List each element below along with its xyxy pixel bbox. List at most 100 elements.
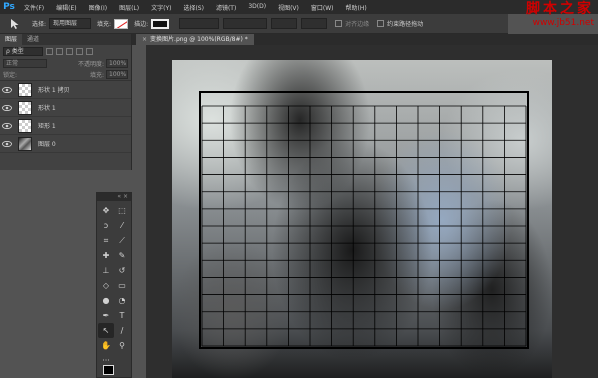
layers-panel: 图层 通道 ρ 类型 正常 不透明度: 100% 锁定: 填充: 100% 形状… xyxy=(0,34,132,170)
menu-item[interactable]: 编辑(E) xyxy=(50,3,82,12)
options-bar: 选择: 现用图层 填充: 描边: 对齐边缘 约束路径拖动 xyxy=(0,14,508,34)
path-select-icon[interactable]: ↖ xyxy=(98,323,114,338)
layer-row[interactable]: 形状 1 拷贝 xyxy=(0,81,131,99)
brush-icon[interactable]: ✎ xyxy=(114,248,130,263)
menu-item[interactable]: 3D(D) xyxy=(242,3,272,12)
height-field[interactable] xyxy=(301,18,328,29)
document-tab[interactable]: × 变换图片.png @ 100%(RGB/8#) * xyxy=(136,34,254,45)
menu-items: 文件(F) 编辑(E) 图像(I) 图层(L) 文字(Y) 选择(S) 滤镜(T) 3D(D)… xyxy=(18,3,373,12)
blur-icon[interactable]: ● xyxy=(98,293,114,308)
menu-item[interactable]: 滤镜(T) xyxy=(210,3,242,12)
layer-row[interactable]: 图层 0 xyxy=(0,135,131,153)
watermark-title: 脚本之家 xyxy=(526,1,594,17)
filter-smart-icon[interactable] xyxy=(86,47,93,55)
magic-wand-icon[interactable]: ⁄ xyxy=(114,218,130,233)
marquee-icon[interactable]: ⬚ xyxy=(114,203,130,218)
fill-swatch[interactable] xyxy=(114,18,129,29)
lock-row: 锁定: 填充: 100% xyxy=(0,69,131,81)
zoom-icon[interactable]: ⚲ xyxy=(114,338,130,353)
eye-icon[interactable] xyxy=(0,104,14,111)
tools-header[interactable]: « × xyxy=(97,193,131,201)
layer-name: 图层 0 xyxy=(38,141,56,148)
grid-frame xyxy=(199,91,529,349)
left-panel-area: 图层 通道 ρ 类型 正常 不透明度: 100% 锁定: 填充: 100% 形状… xyxy=(0,34,132,378)
eyedropper-icon[interactable]: ⟋ xyxy=(114,233,130,248)
menu-item[interactable]: 窗口(W) xyxy=(305,3,340,12)
menu-item[interactable]: 选择(S) xyxy=(177,3,210,12)
fill-opacity-input[interactable]: 100% xyxy=(106,70,128,79)
filter-pixel-icon[interactable] xyxy=(46,47,53,55)
layer-thumbnail xyxy=(18,136,32,151)
stroke-label: 描边: xyxy=(134,21,149,28)
menu-item[interactable]: 帮助(H) xyxy=(340,3,373,12)
fill-control: 填充: 100% xyxy=(90,70,128,79)
gradient-icon[interactable]: ▭ xyxy=(114,278,130,293)
layer-name: 矩形 1 xyxy=(38,123,56,130)
pen-icon[interactable]: ✒ xyxy=(98,308,114,323)
layer-name: 形状 1 xyxy=(38,105,56,112)
fill-opacity-label: 填充: xyxy=(89,72,104,79)
filter-type-icon[interactable] xyxy=(66,47,73,55)
stroke-type-field[interactable] xyxy=(223,18,268,29)
line-icon[interactable]: ∕ xyxy=(114,323,130,338)
stamp-icon[interactable]: ⊥ xyxy=(98,263,114,278)
width-field[interactable] xyxy=(271,18,298,29)
healing-icon[interactable]: ✚ xyxy=(98,248,114,263)
current-tool-icon[interactable] xyxy=(4,16,26,32)
tools-grid: ✥ ⬚ ↄ ⁄ ⌗ ⟋ ✚ ✎ ⊥ ↺ ◇ ▭ ● ◔ ✒ T ↖ ∕ ✋ ⚲ ··· xyxy=(97,201,131,370)
panel-tabs: 图层 通道 xyxy=(0,34,131,45)
canvas-margin xyxy=(132,45,146,378)
filter-shape-icon[interactable] xyxy=(76,47,83,55)
move-icon[interactable]: ✥ xyxy=(98,203,114,218)
layer-thumbnail xyxy=(18,100,32,115)
align-edges-checkbox[interactable] xyxy=(335,20,343,27)
dodge-icon[interactable]: ◔ xyxy=(114,293,130,308)
layer-thumbnail xyxy=(18,82,32,97)
photoshop-logo: Ps xyxy=(3,2,15,12)
layer-row[interactable]: 矩形 1 xyxy=(0,117,131,135)
type-icon[interactable]: T xyxy=(114,308,130,323)
lock-label: 锁定: xyxy=(3,72,18,79)
stroke-width-field[interactable] xyxy=(179,18,220,29)
history-brush-icon[interactable]: ↺ xyxy=(114,263,130,278)
close-tab-icon[interactable]: × xyxy=(142,36,147,43)
opacity-label: 不透明度: xyxy=(77,60,104,68)
tab-channels[interactable]: 通道 xyxy=(22,34,44,45)
hand-icon[interactable]: ✋ xyxy=(98,338,114,353)
menu-item[interactable]: 文字(Y) xyxy=(145,3,177,12)
stroke-swatch[interactable] xyxy=(151,18,170,29)
opacity-control: 不透明度: 100% xyxy=(77,58,128,68)
eye-icon[interactable] xyxy=(0,86,14,93)
layer-list: 形状 1 拷贝 形状 1 矩形 1 图层 0 xyxy=(0,81,131,153)
layer-name: 形状 1 拷贝 xyxy=(38,87,70,94)
select-dropdown[interactable]: 现用图层 xyxy=(49,18,92,29)
eraser-icon[interactable]: ◇ xyxy=(98,278,114,293)
grid-overlay xyxy=(199,91,529,349)
select-label: 选择: xyxy=(32,21,47,28)
color-swatches[interactable] xyxy=(103,365,117,377)
lasso-icon[interactable]: ↄ xyxy=(98,218,114,233)
tab-layers[interactable]: 图层 xyxy=(0,34,23,45)
eye-icon[interactable] xyxy=(0,122,14,129)
blend-mode-select[interactable]: 正常 xyxy=(3,58,47,68)
watermark-url: www.jb51.net xyxy=(532,18,594,28)
document-tab-bar: × 变换图片.png @ 100%(RGB/8#) * xyxy=(132,34,598,45)
eye-icon[interactable] xyxy=(0,140,14,147)
menu-item[interactable]: 图像(I) xyxy=(83,3,113,12)
opacity-input[interactable]: 100% xyxy=(106,58,128,68)
foreground-color-swatch[interactable] xyxy=(103,365,114,375)
crop-icon[interactable]: ⌗ xyxy=(98,233,114,248)
layer-filter-row: ρ 类型 xyxy=(0,45,131,57)
fill-label: 填充: xyxy=(97,21,112,28)
constrain-checkbox[interactable] xyxy=(377,20,385,27)
filter-adjust-icon[interactable] xyxy=(56,47,63,55)
document-canvas[interactable] xyxy=(172,60,552,378)
menu-item[interactable]: 视图(V) xyxy=(272,3,305,12)
kind-filter-select[interactable]: ρ 类型 xyxy=(3,46,43,56)
tools-panel: « × ✥ ⬚ ↄ ⁄ ⌗ ⟋ ✚ ✎ ⊥ ↺ ◇ ▭ ● ◔ ✒ T ↖ ∕ ✋ ⚲ ··· xyxy=(96,192,132,378)
layer-row[interactable]: 形状 1 xyxy=(0,99,131,117)
document-title: 变换图片.png @ 100%(RGB/8#) * xyxy=(150,36,248,43)
menu-item[interactable]: 文件(F) xyxy=(18,3,50,12)
menu-item[interactable]: 图层(L) xyxy=(113,3,145,12)
layer-thumbnail xyxy=(18,118,32,133)
